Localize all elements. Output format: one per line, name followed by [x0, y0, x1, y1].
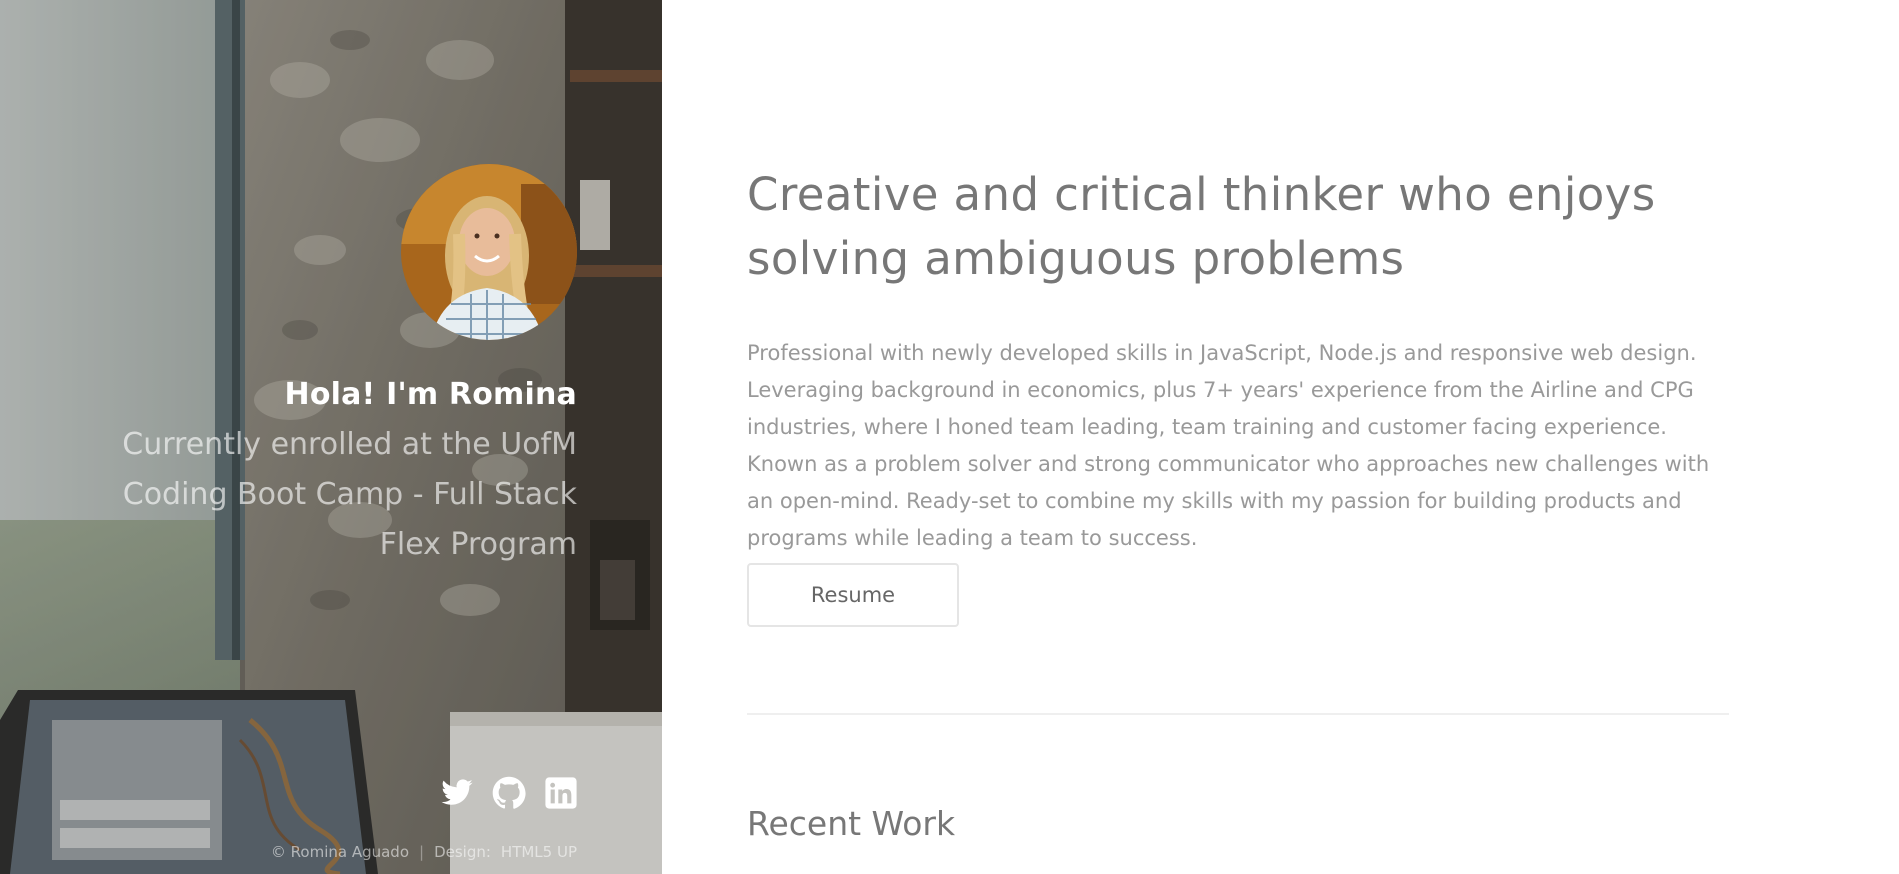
main-content: Creative and critical thinker who enjoys… — [747, 0, 1729, 874]
resume-button[interactable]: Resume — [747, 563, 959, 627]
headline: Creative and critical thinker who enjoys… — [747, 168, 1656, 285]
avatar — [401, 164, 577, 340]
design-credit-label: Design: — [434, 843, 491, 861]
social-links — [440, 776, 578, 810]
design-credit-link[interactable]: HTML5 UP — [501, 843, 577, 861]
copyright-text: © Romina Aguado — [270, 843, 410, 861]
copyright: © Romina Aguado | Design: HTML5 UP — [271, 843, 577, 861]
linkedin-icon[interactable] — [544, 776, 578, 810]
github-icon[interactable] — [492, 776, 526, 810]
recent-work-heading: Recent Work — [747, 804, 956, 843]
intro-name: Hola! I'm Romina — [284, 377, 577, 412]
section-divider — [747, 713, 1729, 715]
twitter-icon[interactable] — [440, 776, 474, 810]
intro-description: Currently enrolled at the UofM Coding Bo… — [122, 427, 577, 562]
bio-paragraph: Professional with newly developed skills… — [747, 341, 1710, 550]
copyright-separator: | — [419, 843, 425, 861]
profile-intro: Hola! I'm Romina Currently enrolled at t… — [57, 164, 577, 570]
profile-sidebar: Hola! I'm Romina Currently enrolled at t… — [0, 0, 662, 874]
